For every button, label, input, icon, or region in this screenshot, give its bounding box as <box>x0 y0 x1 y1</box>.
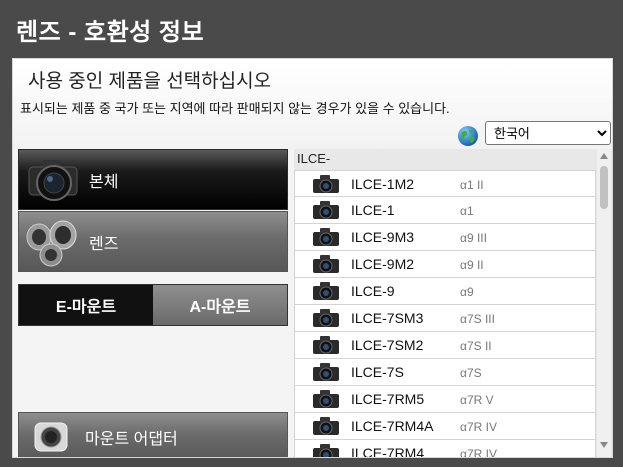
series-name: α7R V <box>460 393 494 407</box>
scroll-up-arrow-icon[interactable] <box>600 153 608 159</box>
camera-icon <box>312 335 340 355</box>
camera-icon <box>312 281 340 301</box>
model-name: ILCE-1M2 <box>351 176 415 192</box>
series-name: α7S <box>460 366 482 380</box>
compatibility-panel: 사용 중인 제품을 선택하십시오 표시되는 제품 중 국가 또는 지역에 따라 … <box>12 58 613 458</box>
series-name: α9 <box>460 285 474 299</box>
language-select[interactable]: 한국어 <box>485 121 611 145</box>
page-heading: 사용 중인 제품을 선택하십시오 <box>28 71 272 92</box>
model-name: ILCE-9M3 <box>351 229 415 245</box>
model-row[interactable]: ILCE-7SM2 α7S II <box>294 332 596 359</box>
category-label: 본체 <box>89 173 119 191</box>
camera-icon <box>312 200 340 220</box>
globe-icon <box>458 126 478 146</box>
scroll-down-arrow-icon[interactable] <box>600 442 608 448</box>
list-header: ILCE- <box>297 151 331 166</box>
model-row[interactable]: ILCE-1M2 α1 II <box>294 170 596 197</box>
series-name: α7S III <box>460 312 495 326</box>
camera-icon <box>312 416 340 436</box>
model-row[interactable]: ILCE-1 α1 <box>294 197 596 224</box>
series-name: α1 <box>460 204 474 218</box>
model-row[interactable]: ILCE-9 α9 <box>294 278 596 305</box>
model-name: ILCE-7S <box>351 364 404 380</box>
model-name: ILCE-7SM3 <box>351 310 424 326</box>
header: 사용 중인 제품을 선택하십시오 표시되는 제품 중 국가 또는 지역에 따라 … <box>13 59 612 149</box>
model-row[interactable]: ILCE-7RM4 α7R IV <box>294 440 596 458</box>
camera-icon <box>312 389 340 409</box>
model-name: ILCE-9 <box>351 283 395 299</box>
series-name: α7R IV <box>460 447 497 458</box>
list-scrollbar[interactable] <box>597 149 611 457</box>
series-name: α1 II <box>460 178 484 192</box>
availability-notice: 표시되는 제품 중 국가 또는 지역에 따라 판매되지 않는 경우가 있을 수 … <box>20 101 450 116</box>
camera-body-icon <box>28 159 78 201</box>
series-name: α9 II <box>460 258 484 272</box>
series-name: α7S II <box>460 339 492 353</box>
scrollbar-thumb[interactable] <box>600 166 608 209</box>
mount-adapter-button[interactable]: 마운트 어댑터 <box>18 412 288 457</box>
category-lenses-button[interactable]: 렌즈 <box>18 211 288 272</box>
model-name: ILCE-1 <box>351 202 395 218</box>
model-name: ILCE-7RM5 <box>351 391 425 407</box>
category-camera-body-button[interactable]: 본체 <box>18 149 288 210</box>
mount-adapter-icon <box>34 422 68 452</box>
camera-icon <box>312 443 340 457</box>
model-list: ILCE-1M2 α1 II ILCE-1 α1 ILCE-9M3 α9 III ILCE-… <box>294 170 596 458</box>
model-row[interactable]: ILCE-7SM3 α7S III <box>294 305 596 332</box>
series-name: α9 III <box>460 231 487 245</box>
model-row[interactable]: ILCE-9M2 α9 II <box>294 251 596 278</box>
model-name: ILCE-7SM2 <box>351 337 424 353</box>
series-name: α7R IV <box>460 420 497 434</box>
model-name: ILCE-9M2 <box>351 256 415 272</box>
category-label: 렌즈 <box>89 235 119 253</box>
window-title: 렌즈 - 호환성 정보 <box>16 19 205 46</box>
model-list-area: ILCE- ILCE-1M2 α1 II ILCE-1 α1 ILCE-9M3 α9 II… <box>294 149 612 458</box>
model-row[interactable]: ILCE-7RM4A α7R IV <box>294 413 596 440</box>
model-name: ILCE-7RM4 <box>351 445 425 458</box>
camera-icon <box>312 174 340 194</box>
camera-icon <box>312 227 340 247</box>
camera-icon <box>312 254 340 274</box>
model-name: ILCE-7RM4A <box>351 418 434 434</box>
e-mount-tab[interactable]: E-마운트 <box>19 285 153 325</box>
camera-icon <box>312 308 340 328</box>
a-mount-tab[interactable]: A-마운트 <box>153 285 287 325</box>
lenses-icon <box>26 220 77 266</box>
mount-toggle: E-마운트 A-마운트 <box>18 284 288 326</box>
model-row[interactable]: ILCE-7S α7S <box>294 359 596 386</box>
adapter-label: 마운트 어댑터 <box>85 431 178 448</box>
camera-icon <box>312 362 340 382</box>
model-row[interactable]: ILCE-7RM5 α7R V <box>294 386 596 413</box>
model-row[interactable]: ILCE-9M3 α9 III <box>294 224 596 251</box>
